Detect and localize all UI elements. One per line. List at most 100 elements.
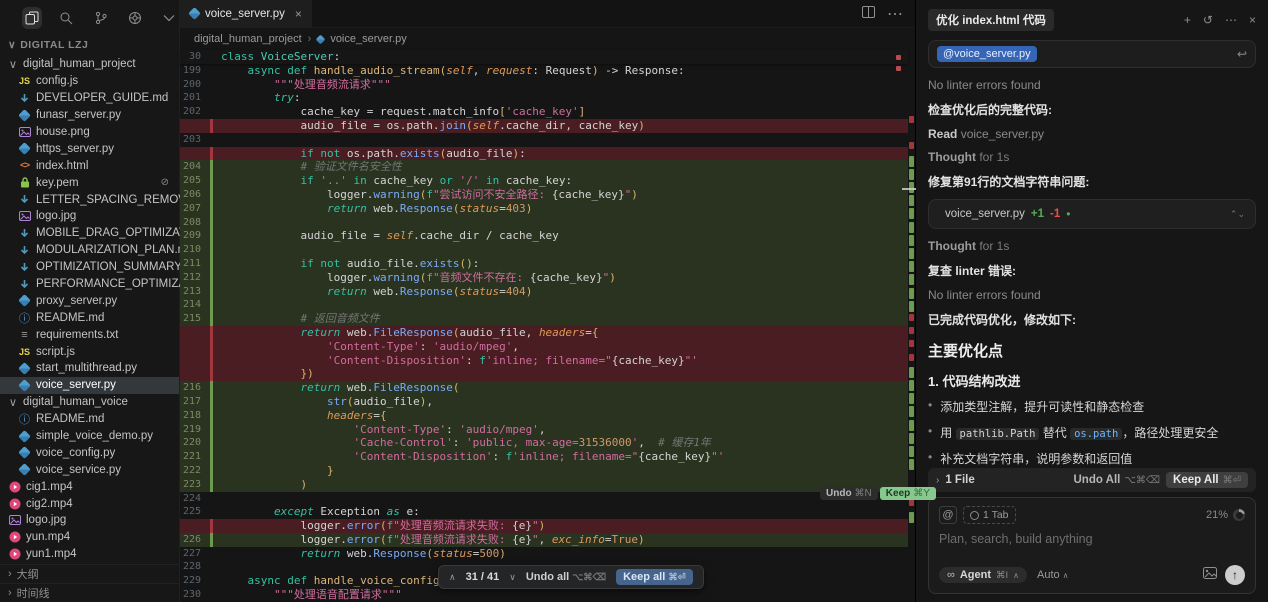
tab-voice-server[interactable]: voice_server.py × bbox=[180, 0, 312, 27]
chevron-up-icon[interactable]: ∧ bbox=[449, 572, 456, 583]
chat-tab[interactable]: 优化 index.html 代码 bbox=[928, 9, 1054, 31]
html-icon: <> bbox=[18, 159, 31, 172]
file-item-OPTIMIZATION_SUMMARY....[interactable]: OPTIMIZATION_SUMMARY.... bbox=[0, 259, 179, 276]
folder-item-digital_human_project[interactable]: ∨digital_human_project bbox=[0, 56, 179, 73]
chat-input[interactable] bbox=[939, 532, 1245, 558]
undo-all-button[interactable]: Undo all⌥⌘⌫ bbox=[526, 571, 606, 583]
code-text: return web.Response(status=403) bbox=[213, 202, 908, 216]
file-item-cig2.mp4[interactable]: cig2.mp4 bbox=[0, 495, 179, 512]
file-item-DEVELOPER_GUIDE.md[interactable]: DEVELOPER_GUIDE.md bbox=[0, 90, 179, 107]
sidebar: ∨ DIGITAL LZJ ∨digital_human_projectJSco… bbox=[0, 0, 180, 602]
panel-resize-sash[interactable] bbox=[902, 188, 916, 190]
file-item-README.md[interactable]: ⓘREADME.md bbox=[0, 309, 179, 326]
undo-chunk-button[interactable]: Undo⌘N bbox=[820, 487, 878, 500]
code-area[interactable]: 30class VoiceServer:199 async def handle… bbox=[180, 50, 908, 602]
editor-tabbar: voice_server.py × ⋯ bbox=[180, 0, 915, 28]
chevron-down-icon[interactable]: ∨ bbox=[509, 572, 516, 583]
file-item-key.pem[interactable]: key.pem⊘ bbox=[0, 174, 179, 191]
ruler-added-mark bbox=[909, 169, 914, 180]
python-icon bbox=[18, 379, 31, 392]
file-item-LETTER_SPACING_REMOV...[interactable]: LETTER_SPACING_REMOV... bbox=[0, 191, 179, 208]
agent-mode-selector[interactable]: ∞ Agent ⌘I ∧ bbox=[939, 567, 1027, 583]
restore-checkpoint-icon[interactable]: ↩ bbox=[1237, 47, 1247, 61]
timeline-section[interactable]: › 时间线 bbox=[0, 583, 179, 602]
workspace-title: DIGITAL LZJ bbox=[20, 39, 88, 51]
kbd-hint: ⌘⏎ bbox=[668, 572, 685, 583]
close-panel-icon[interactable]: × bbox=[1249, 13, 1256, 27]
chat-message: •补充文档字符串，说明参数和返回值 bbox=[928, 450, 1256, 467]
add-context-button[interactable]: @ bbox=[939, 506, 957, 524]
ruler-deleted-mark bbox=[909, 116, 914, 123]
history-icon[interactable]: ↺ bbox=[1203, 13, 1213, 27]
line-number: 207 bbox=[180, 202, 210, 216]
file-item-index.html[interactable]: <>index.html bbox=[0, 157, 179, 174]
undo-all-files-button[interactable]: Undo All⌥⌘⌫ bbox=[1074, 474, 1161, 486]
file-item-proxy_server.py[interactable]: proxy_server.py bbox=[0, 292, 179, 309]
code-text: class VoiceServer: bbox=[213, 50, 908, 64]
more-options-icon[interactable]: ⋯ bbox=[1225, 13, 1237, 27]
outline-section[interactable]: › 大纲 bbox=[0, 564, 179, 583]
source-control-icon[interactable] bbox=[90, 7, 110, 29]
chevron-right-icon: › bbox=[308, 33, 312, 45]
keep-all-files-button[interactable]: Keep All⌘⏎ bbox=[1166, 472, 1248, 488]
line-number: 222 bbox=[180, 464, 210, 478]
files-count[interactable]: 1 File bbox=[945, 474, 974, 486]
file-item-funasr_server.py[interactable]: funasr_server.py bbox=[0, 107, 179, 124]
expand-icon[interactable]: ⌃⌄ bbox=[1230, 211, 1245, 218]
breadcrumb[interactable]: digital_human_project › voice_server.py bbox=[180, 28, 915, 50]
file-item-script.js[interactable]: JSscript.js bbox=[0, 343, 179, 360]
removed-count: -1 bbox=[1050, 208, 1060, 220]
code-line: 227 return web.Response(status=500) bbox=[180, 547, 908, 561]
model-selector[interactable]: Auto ∧ bbox=[1037, 569, 1069, 581]
file-item-requirements.txt[interactable]: ≡requirements.txt bbox=[0, 326, 179, 343]
file-item-README.md[interactable]: ⓘREADME.md bbox=[0, 411, 179, 428]
breadcrumb-project[interactable]: digital_human_project bbox=[194, 33, 302, 45]
edited-file-card[interactable]: voice_server.py+1-1•⌃⌄ bbox=[928, 199, 1256, 229]
context-box[interactable]: @voice_server.py ↩ bbox=[928, 40, 1256, 68]
attach-image-icon[interactable] bbox=[1203, 566, 1217, 584]
context-file-chip[interactable]: @voice_server.py bbox=[937, 46, 1037, 62]
file-item-house.png[interactable]: house.png bbox=[0, 124, 179, 141]
file-item-logo.jpg[interactable]: logo.jpg bbox=[0, 208, 179, 225]
send-button[interactable]: ↑ bbox=[1225, 565, 1245, 585]
folder-item-digital_human_voice[interactable]: ∨digital_human_voice bbox=[0, 394, 179, 411]
overview-ruler[interactable] bbox=[908, 0, 915, 602]
file-item-voice_config.py[interactable]: voice_config.py bbox=[0, 444, 179, 461]
file-item-yun1.mp4[interactable]: yun1.mp4 bbox=[0, 546, 179, 563]
more-actions-icon[interactable]: ⋯ bbox=[887, 4, 903, 24]
close-icon[interactable]: × bbox=[295, 7, 302, 21]
breadcrumb-file[interactable]: voice_server.py bbox=[330, 33, 406, 45]
message-bold: Thought bbox=[928, 150, 979, 164]
chat-message: 主要优化点 bbox=[928, 340, 1256, 361]
file-item-voice_service.py[interactable]: voice_service.py bbox=[0, 461, 179, 478]
more-views-icon[interactable] bbox=[159, 7, 179, 29]
file-item-yun.mp4[interactable]: yun.mp4 bbox=[0, 529, 179, 546]
file-item-https_server.py[interactable]: https_server.py bbox=[0, 140, 179, 157]
file-item-cig1.mp4[interactable]: cig1.mp4 bbox=[0, 478, 179, 495]
line-number bbox=[180, 519, 210, 533]
file-item-logo.jpg[interactable]: logo.jpg bbox=[0, 512, 179, 529]
file-item-MODULARIZATION_PLAN.md[interactable]: MODULARIZATION_PLAN.md bbox=[0, 242, 179, 259]
tab-context-chip[interactable]: 1 Tab bbox=[963, 506, 1016, 524]
file-item-simple_voice_demo.py[interactable]: simple_voice_demo.py bbox=[0, 428, 179, 445]
code-text: if not os.path.exists(audio_file): bbox=[213, 147, 908, 161]
line-number: 217 bbox=[180, 395, 210, 409]
line-number: 226 bbox=[180, 533, 210, 547]
workspace-header[interactable]: ∨ DIGITAL LZJ bbox=[0, 36, 179, 54]
new-chat-icon[interactable]: + bbox=[1184, 13, 1191, 27]
file-item-config.js[interactable]: JSconfig.js bbox=[0, 73, 179, 90]
explorer-icon[interactable] bbox=[22, 7, 42, 29]
chat-input-box[interactable]: @ 1 Tab 21% ∞ Agent ⌘I ∧ bbox=[928, 497, 1256, 594]
file-item-start_multithread.py[interactable]: start_multithread.py bbox=[0, 360, 179, 377]
code-text: """处理语音配置请求""" bbox=[213, 588, 908, 602]
keep-all-button[interactable]: Keep all⌘⏎ bbox=[616, 569, 693, 585]
extensions-icon[interactable] bbox=[125, 7, 145, 29]
chevron-right-icon[interactable]: › bbox=[936, 475, 939, 486]
file-item-voice_server.py[interactable]: voice_server.py bbox=[0, 377, 179, 394]
keep-chunk-button[interactable]: Keep⌘Y bbox=[880, 487, 936, 500]
code-text bbox=[213, 298, 908, 312]
split-editor-icon[interactable] bbox=[862, 5, 875, 23]
search-icon[interactable] bbox=[56, 7, 76, 29]
file-item-PERFORMANCE_OPTIMIZA...[interactable]: PERFORMANCE_OPTIMIZA... bbox=[0, 276, 179, 293]
file-item-MOBILE_DRAG_OPTIMIZATI...[interactable]: MOBILE_DRAG_OPTIMIZATI... bbox=[0, 225, 179, 242]
